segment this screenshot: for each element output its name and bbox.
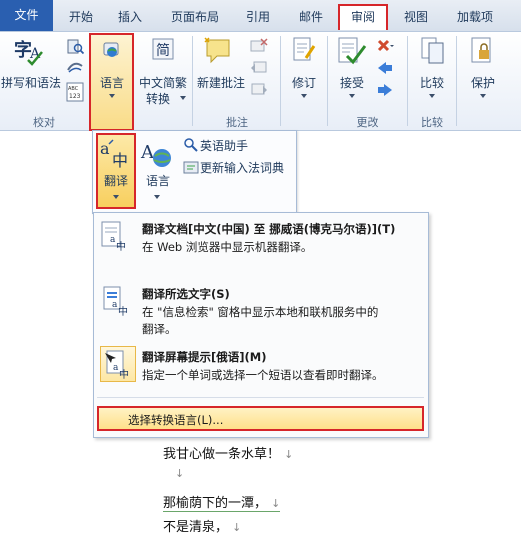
choose-translation-language-label: 选择转换语言(L)... <box>128 413 224 427</box>
translate-icon: a 中 <box>99 138 133 168</box>
group-separator <box>407 36 408 126</box>
protect-arrow-icon <box>480 94 486 98</box>
reject-icon[interactable] <box>376 38 394 54</box>
menu-divider <box>97 397 424 398</box>
mini-translator-icon: a中 <box>103 349 133 379</box>
compare-icon <box>420 36 446 66</box>
spelling-grammar-button[interactable]: 拼写和语法 <box>0 74 62 91</box>
translate-document-description: 在 Web 浏览器中显示机器翻译。 <box>142 240 313 254</box>
track-changes-button[interactable]: 修订 <box>286 74 322 91</box>
word-count-icon[interactable]: ABC 123 <box>66 82 84 102</box>
document-line-4: 不是清泉， ↓ <box>163 520 242 535</box>
protect-icon <box>470 36 496 66</box>
tab-insert[interactable]: 插入 <box>112 6 148 28</box>
language-submenu-button[interactable]: 语言 <box>140 172 176 189</box>
track-changes-arrow-icon <box>301 94 307 98</box>
update-ime-dictionary-icon <box>183 159 199 175</box>
group-separator <box>327 36 328 126</box>
research-icon[interactable] <box>66 38 84 56</box>
tab-home[interactable]: 开始 <box>63 6 99 28</box>
accept-button[interactable]: 接受 <box>334 74 370 91</box>
tab-page-layout[interactable]: 页面布局 <box>164 6 226 28</box>
compare-button[interactable]: 比较 <box>414 74 450 91</box>
new-comment-button[interactable]: 新建批注 <box>194 74 248 91</box>
svg-text:ABC: ABC <box>68 86 79 92</box>
svg-text:简: 简 <box>156 42 170 59</box>
document-line-3: 那榆荫下的一潭， ↓ <box>163 492 281 512</box>
document-line-2: ↓ <box>175 467 185 480</box>
previous-change-icon[interactable] <box>376 60 394 76</box>
ribbon-tab-bar: 文件 开始 插入 页面布局 引用 邮件 审阅 视图 加载项 <box>0 0 521 32</box>
group-separator <box>280 36 281 126</box>
compare-arrow-icon <box>429 94 435 98</box>
tab-review[interactable]: 审阅 <box>338 4 388 30</box>
tab-addins[interactable]: 加载项 <box>450 6 500 28</box>
protect-button[interactable]: 保护 <box>465 74 501 91</box>
group-label-compare: 比较 <box>421 116 443 129</box>
tab-references[interactable]: 引用 <box>240 6 276 28</box>
accept-icon <box>337 36 367 66</box>
translate-selection-description: 在 "信息检索" 窗格中显示本地和联机服务中的 <box>142 305 379 319</box>
spelling-icon: 字 A <box>12 36 46 66</box>
svg-text:A: A <box>140 142 155 163</box>
svg-text:中: 中 <box>119 368 129 379</box>
new-comment-icon <box>203 36 233 64</box>
mini-translator-description: 指定一个单词或选择一个短语以查看即时翻译。 <box>142 368 384 382</box>
svg-text:123: 123 <box>69 93 81 100</box>
tab-view[interactable]: 视图 <box>398 6 434 28</box>
translate-selection-item[interactable]: 翻译所选文字(S) <box>142 286 230 302</box>
translate-button-label: 翻译 <box>103 174 128 188</box>
chinese-convert-icon: 简 <box>152 38 174 60</box>
english-assistant-button[interactable]: 英语助手 <box>200 137 248 154</box>
translate-arrow-icon <box>113 195 119 199</box>
language-dropdown-arrow-icon <box>109 94 115 98</box>
group-label-proofing: 校对 <box>33 116 55 129</box>
translate-selection-icon: a中 <box>102 285 132 317</box>
tab-mailings[interactable]: 邮件 <box>293 6 329 28</box>
svg-text:中: 中 <box>112 151 128 168</box>
english-assistant-icon <box>183 137 199 153</box>
chinese-convert-arrow-icon <box>180 96 186 100</box>
svg-text:a: a <box>100 139 110 158</box>
thesaurus-icon[interactable] <box>66 60 84 76</box>
group-label-comments: 批注 <box>226 116 248 129</box>
language-icon[interactable]: A <box>140 138 174 170</box>
chinese-convert-button-line2: 转换 <box>145 92 170 106</box>
translate-selection-description-line2: 翻译。 <box>142 322 177 336</box>
next-change-icon[interactable] <box>376 82 394 98</box>
document-line-1: 我甘心做一条水草！ ↓ <box>163 447 294 462</box>
svg-text:中: 中 <box>118 305 128 317</box>
accept-arrow-icon <box>349 94 355 98</box>
ribbon: 字 A 拼写和语法 ABC 123 语言 简 中文简繁 转换 新建批注 修订 接… <box>0 32 521 131</box>
delete-comment-icon[interactable] <box>250 38 268 54</box>
language-globe-icon <box>103 40 121 60</box>
group-separator <box>192 36 193 126</box>
translate-document-item[interactable]: 翻译文档[中文(中国) 至 挪威语(博克马尔语)](T) <box>142 221 395 237</box>
group-label-changes: 更改 <box>356 116 379 129</box>
language-submenu-arrow-icon <box>154 195 160 199</box>
update-ime-dictionary-button[interactable]: 更新输入法词典 <box>200 159 284 176</box>
translate-document-icon: a中 <box>100 220 130 252</box>
svg-text:中: 中 <box>116 240 126 252</box>
tab-file[interactable]: 文件 <box>0 0 53 31</box>
previous-comment-icon[interactable] <box>250 60 268 76</box>
next-comment-icon[interactable] <box>250 82 268 98</box>
group-separator <box>456 36 457 126</box>
mini-translator-item[interactable]: 翻译屏幕提示[俄语](M) <box>142 349 266 365</box>
chinese-convert-button[interactable]: 中文简繁 <box>137 74 189 91</box>
language-button-label: 语言 <box>99 76 124 90</box>
track-changes-icon <box>292 36 316 64</box>
